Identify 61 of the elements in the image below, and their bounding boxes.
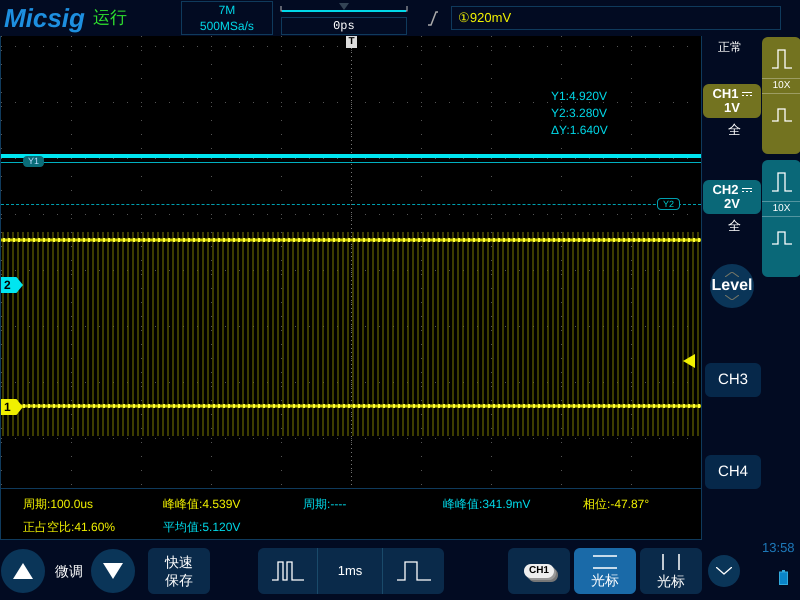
narrow-pulse-icon bbox=[272, 561, 304, 581]
horizontal-cursor-icon bbox=[591, 554, 619, 568]
chevron-down-icon bbox=[725, 295, 739, 300]
increase-button[interactable] bbox=[1, 549, 45, 593]
battery-icon bbox=[779, 570, 788, 585]
memory-depth: 7M bbox=[218, 2, 236, 18]
cursor-button[interactable]: 光标 bbox=[574, 548, 636, 594]
probe-ratio[interactable]: 10X bbox=[762, 201, 800, 217]
triangle-up-icon bbox=[13, 563, 33, 579]
measurement: 峰峰值:4.539V bbox=[163, 496, 242, 513]
wide-pulse-icon bbox=[396, 561, 430, 581]
bandwidth-limit: 全 bbox=[728, 217, 741, 235]
cursor-label[interactable]: Y1 bbox=[23, 156, 44, 167]
measurement: 平均值:5.120V bbox=[163, 518, 242, 536]
waveform-display[interactable]: Y1 Y2 T Y1:4.920V Y2:3.280V ΔY:1.640V 2 1 bbox=[0, 36, 702, 488]
more-button[interactable] bbox=[708, 555, 740, 587]
measurement: 正占空比:41.60% bbox=[23, 518, 116, 536]
clock: 13:58 bbox=[762, 539, 795, 557]
acquisition-mode[interactable]: 正常 bbox=[718, 38, 742, 56]
pulse-icon bbox=[772, 231, 792, 245]
measurement: 峰峰值:341.9mV bbox=[443, 496, 532, 513]
pulse-icon bbox=[772, 49, 792, 69]
trigger-position-marker[interactable]: T bbox=[346, 36, 357, 48]
cursor-button[interactable]: 光标 bbox=[640, 548, 702, 594]
decrease-button[interactable] bbox=[91, 549, 135, 593]
chevron-up-icon bbox=[725, 272, 739, 277]
probe-ratio[interactable]: 10X bbox=[762, 78, 800, 94]
sample-rate: 500MSa/s bbox=[200, 18, 254, 34]
chevron-down-icon bbox=[716, 567, 732, 575]
channel-badge: CH1 bbox=[524, 564, 554, 578]
probe-panel[interactable]: 10X bbox=[762, 37, 800, 154]
quick-save-button[interactable]: 快速保存 bbox=[148, 548, 210, 594]
dc-coupling-icon bbox=[742, 188, 752, 192]
pulse-icon bbox=[772, 172, 792, 192]
channel-button[interactable]: CH3 bbox=[705, 363, 761, 397]
channel-button[interactable]: CH1 1V bbox=[703, 84, 761, 118]
brand-logo: Micsig bbox=[4, 2, 85, 34]
probe-panel[interactable]: 10X bbox=[762, 160, 800, 277]
bandwidth-limit: 全 bbox=[728, 121, 741, 139]
time-offset[interactable]: 0ps bbox=[280, 17, 407, 35]
trigger-edge-icon[interactable] bbox=[426, 10, 439, 26]
channel-button[interactable]: CH4 bbox=[705, 455, 761, 489]
measurement: 周期:---- bbox=[303, 496, 348, 513]
channel-marker[interactable]: 2 bbox=[1, 277, 23, 293]
run-status[interactable]: 运行 bbox=[92, 5, 127, 31]
cursor-readout: Y1:4.920V bbox=[551, 88, 608, 105]
measurement: 周期:100.0us bbox=[23, 496, 94, 513]
cursor-readout: Y2:3.280V bbox=[551, 105, 608, 122]
trigger-level[interactable]: ①920mV bbox=[450, 6, 781, 30]
triangle-down-icon bbox=[103, 563, 123, 579]
cursor-label[interactable]: Y2 bbox=[657, 198, 680, 210]
channel-marker[interactable]: 1 bbox=[1, 399, 23, 415]
measurement: 相位:-47.87° bbox=[583, 496, 650, 513]
pulse-icon bbox=[772, 108, 792, 122]
cursor-readout: ΔY:1.640V bbox=[551, 122, 608, 139]
channel-button[interactable]: CH2 2V bbox=[703, 180, 761, 214]
dc-coupling-icon bbox=[742, 92, 752, 96]
trigger-level-arrow-icon[interactable] bbox=[683, 354, 695, 368]
level-button[interactable]: Level bbox=[710, 264, 754, 308]
fine-adjust-label: 微调 bbox=[55, 562, 83, 580]
cursor-source-button[interactable]: CH1 bbox=[508, 548, 570, 594]
